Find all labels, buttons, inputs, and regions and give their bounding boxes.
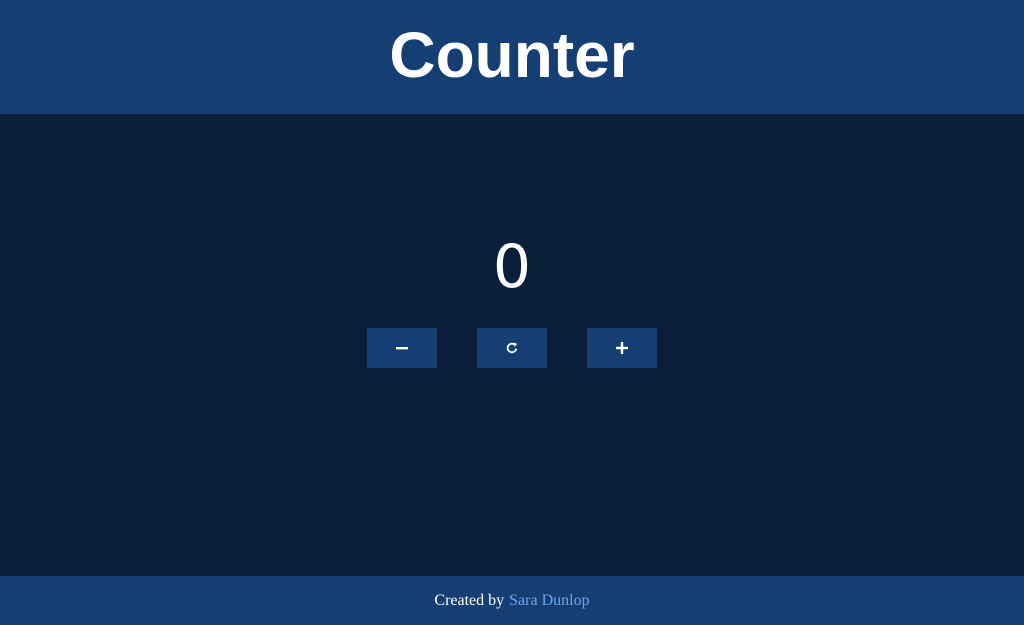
author-link[interactable]: Sara Dunlop [509,592,589,610]
plus-icon [616,342,628,354]
reset-icon [506,342,518,354]
reset-button[interactable] [477,328,547,368]
increment-button[interactable] [587,328,657,368]
decrement-button[interactable] [367,328,437,368]
minus-icon [396,347,408,350]
counter-value: 0 [492,232,532,302]
footer-credit-text: Created by [434,591,505,609]
page-title: Counter [389,19,635,91]
footer-bar: Created by Sara Dunlop [0,576,1024,625]
header-bar: Counter [0,0,1024,114]
main-area: 0 [0,114,1024,576]
